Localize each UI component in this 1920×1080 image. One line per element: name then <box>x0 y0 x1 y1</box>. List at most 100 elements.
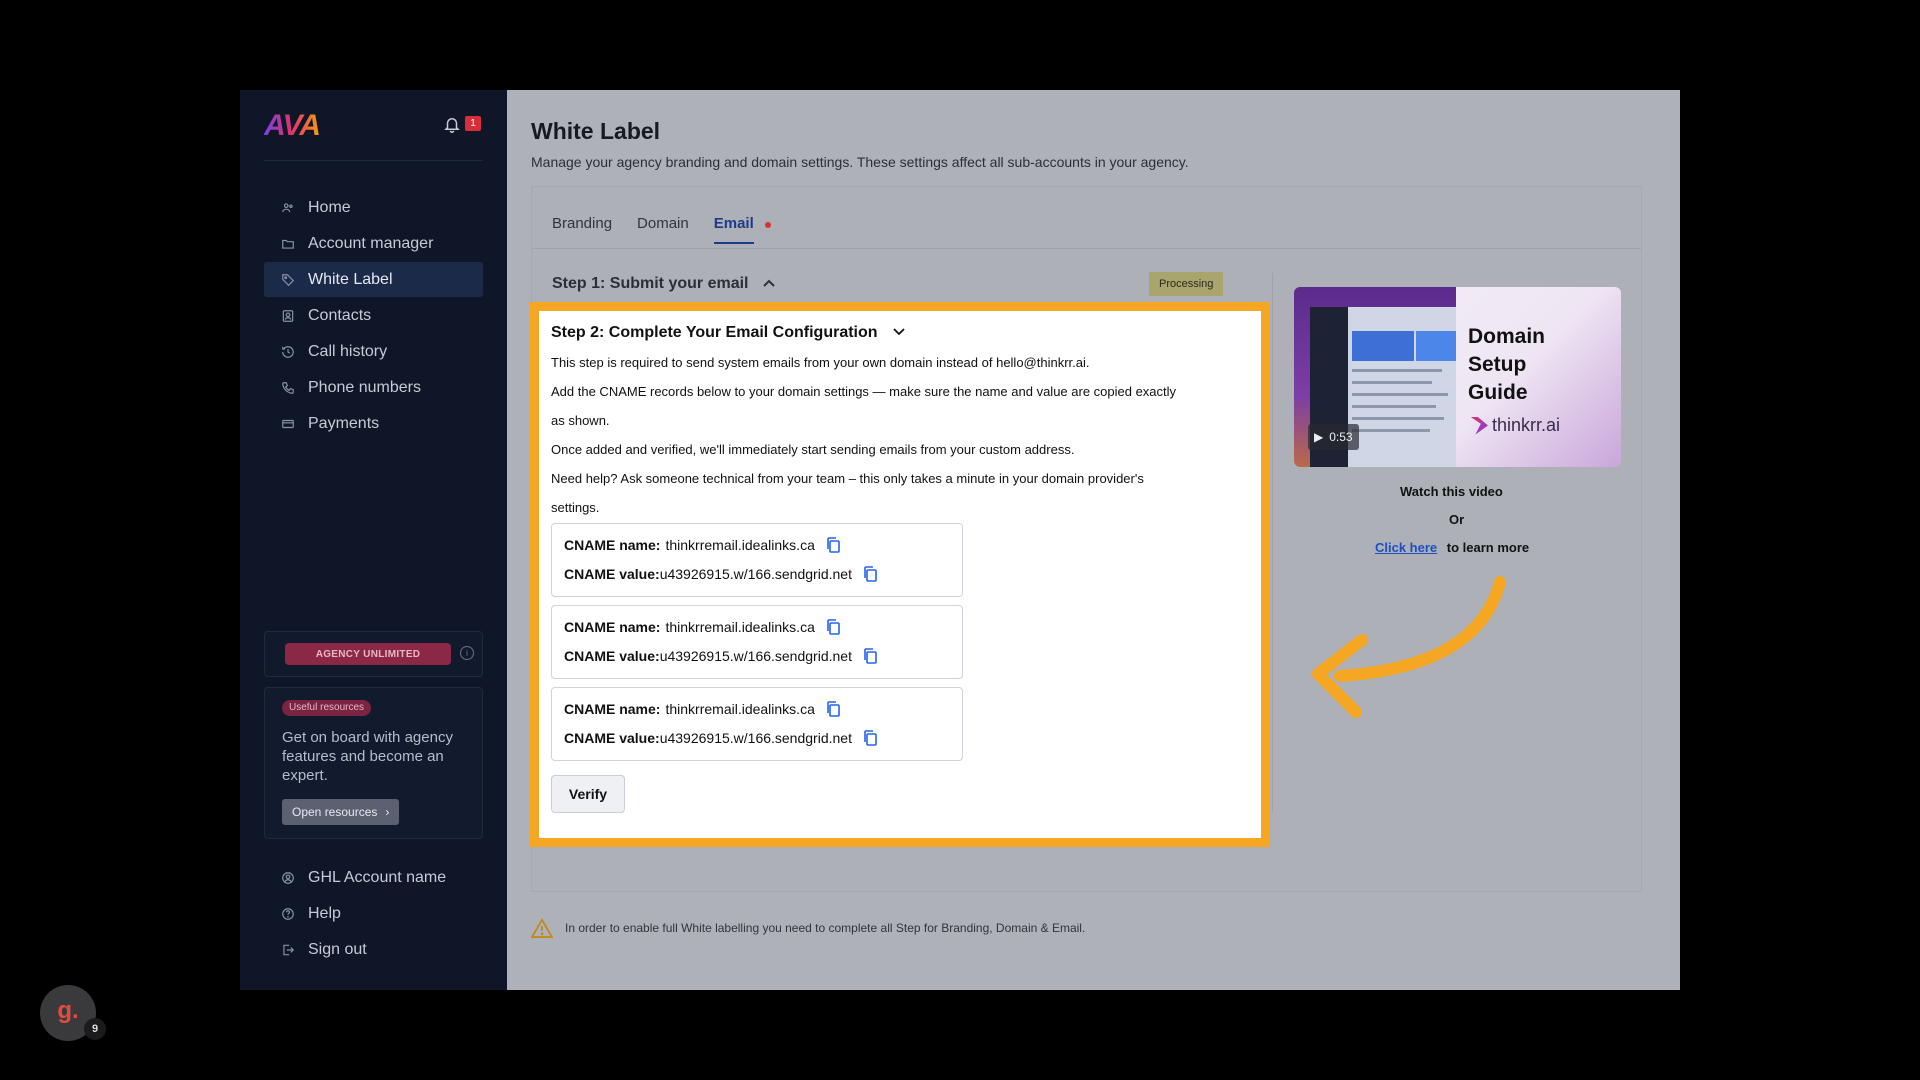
video-preview: ▶ 0:53 <box>1294 287 1456 467</box>
step2-header[interactable]: Step 2: Complete Your Email Configuratio… <box>551 324 906 342</box>
click-here-link[interactable]: Click here <box>1375 540 1437 555</box>
tab-email[interactable]: Email <box>713 215 771 244</box>
sidebar-item-label: Payments <box>308 414 380 432</box>
avatar-count-badge: 9 <box>84 1018 106 1040</box>
video-duration: 0:53 <box>1329 430 1353 444</box>
sidebar-item-label: Home <box>308 198 351 216</box>
sidebar-item-payments[interactable]: Payments <box>264 406 483 441</box>
cname-name-value: thinkrremail.idealinks.ca <box>665 537 815 553</box>
instruction-line: settings. <box>551 500 600 515</box>
plan-card: AGENCY UNLIMITED i <box>264 631 483 677</box>
cname-value-row: CNAME value: u43926915.w/166.sendgrid.ne… <box>564 647 878 665</box>
tabs-divider <box>532 248 1641 249</box>
watch-video-text: Watch this video <box>1400 484 1503 499</box>
step2-card: Step 2: Complete Your Email Configuratio… <box>530 302 1270 847</box>
sidebar-item-label: Account manager <box>308 234 434 252</box>
bell-icon[interactable] <box>443 115 461 133</box>
instruction-line: This step is required to send system ema… <box>551 355 1090 370</box>
instruction-line: Add the CNAME records below to your doma… <box>551 384 1177 399</box>
instruction-line: Once added and verified, we'll immediate… <box>551 442 1075 457</box>
folder-icon <box>280 236 296 252</box>
sidebar-divider <box>264 160 483 161</box>
unread-dot <box>764 222 771 228</box>
sidebar-item-label: GHL Account name <box>308 868 447 886</box>
video-brand: thinkrr.ai <box>1470 415 1560 436</box>
cname-record: CNAME name: thinkrremail.idealinks.ca CN… <box>551 605 963 679</box>
info-icon[interactable]: i <box>460 646 474 660</box>
sidebar-item-white-label[interactable]: White Label <box>264 262 483 297</box>
chevron-up-icon <box>762 275 776 293</box>
sidebar-nav: Home Account manager White Label Contact… <box>264 190 483 442</box>
contacts-icon <box>280 308 296 324</box>
cname-value-value: u43926915.w/166.sendgrid.net <box>659 566 852 582</box>
plan-badge[interactable]: AGENCY UNLIMITED <box>285 643 451 665</box>
tag-icon <box>280 272 296 288</box>
tab-branding[interactable]: Branding <box>552 215 612 244</box>
copy-icon[interactable] <box>862 647 878 665</box>
brand-name: thinkrr.ai <box>1492 415 1561 435</box>
sidebar-item-label: White Label <box>308 270 393 288</box>
copy-icon[interactable] <box>862 565 878 583</box>
resources-text: Get on board with agency features and be… <box>282 729 453 784</box>
cname-value-label: CNAME value: <box>564 648 660 664</box>
warning-text: In order to enable full White labelling … <box>565 921 1086 935</box>
cname-name-value: thinkrremail.idealinks.ca <box>665 619 815 635</box>
learn-more-text: to learn more <box>1446 540 1530 555</box>
warning-icon <box>531 918 553 938</box>
users-icon <box>280 200 296 216</box>
cname-name-label: CNAME name: <box>564 537 661 553</box>
verify-button[interactable]: Verify <box>551 775 625 813</box>
sidebar-item-phone-numbers[interactable]: Phone numbers <box>264 370 483 405</box>
notification-count-badge: 1 <box>465 116 481 131</box>
copy-icon[interactable] <box>862 729 878 747</box>
tab-label: Email <box>713 215 754 232</box>
app-logo[interactable]: AVA <box>264 109 321 142</box>
step2-instructions: This step is required to send system ema… <box>551 348 1241 522</box>
sidebar-item-home[interactable]: Home <box>264 190 483 225</box>
sidebar-item-account[interactable]: GHL Account name <box>264 860 483 895</box>
cname-name-label: CNAME name: <box>564 619 661 635</box>
page-subtitle: Manage your agency branding and domain s… <box>531 154 1189 170</box>
cname-value-value: u43926915.w/166.sendgrid.net <box>659 648 852 664</box>
cname-record: CNAME name: thinkrremail.idealinks.ca CN… <box>551 523 963 597</box>
tab-domain[interactable]: Domain <box>637 215 689 244</box>
copy-icon[interactable] <box>825 618 841 636</box>
instruction-line: Need help? Ask someone technical from yo… <box>551 471 1144 486</box>
resources-badge: Useful resources <box>282 700 372 716</box>
step1-title: Step 1: Submit your email <box>552 275 749 292</box>
cname-name-row: CNAME name: thinkrremail.idealinks.ca <box>564 536 841 554</box>
copy-icon[interactable] <box>825 536 841 554</box>
sidebar-item-label: Call history <box>308 342 388 360</box>
video-title: Domain Setup Guide <box>1468 325 1546 404</box>
instruction-line: as shown. <box>551 413 610 428</box>
copy-icon[interactable] <box>825 700 841 718</box>
sidebar-bottom-nav: GHL Account name Help Sign out <box>264 860 483 968</box>
sidebar-item-sign-out[interactable]: Sign out <box>264 932 483 967</box>
open-resources-button[interactable]: Open resources › <box>282 799 400 825</box>
sidebar-item-contacts[interactable]: Contacts <box>264 298 483 333</box>
sidebar-item-account-manager[interactable]: Account manager <box>264 226 483 261</box>
sidebar-item-help[interactable]: Help <box>264 896 483 931</box>
open-resources-label: Open resources <box>292 805 378 819</box>
step1-header[interactable]: Step 1: Submit your email <box>552 275 776 293</box>
cname-record: CNAME name: thinkrremail.idealinks.ca CN… <box>551 687 963 761</box>
tab-bar: Branding Domain Email <box>552 215 771 244</box>
cname-value-label: CNAME value: <box>564 730 660 746</box>
signout-icon <box>280 942 296 958</box>
learn-more: Click here to learn more <box>1375 540 1529 555</box>
play-button[interactable]: ▶ 0:53 <box>1308 424 1359 450</box>
page-title: White Label <box>531 118 661 144</box>
warning-message: In order to enable full White labelling … <box>531 918 1085 938</box>
status-badge: Processing <box>1149 272 1224 296</box>
sidebar-item-label: Contacts <box>308 306 372 324</box>
history-icon <box>280 344 296 360</box>
help-icon <box>280 906 296 922</box>
cname-name-label: CNAME name: <box>564 701 661 717</box>
cname-name-row: CNAME name: thinkrremail.idealinks.ca <box>564 700 841 718</box>
sidebar-item-call-history[interactable]: Call history <box>264 334 483 369</box>
video-thumbnail[interactable]: ▶ 0:53 Domain Setup Guide thinkrr.ai <box>1294 287 1621 467</box>
or-text: Or <box>1449 512 1465 527</box>
cname-name-row: CNAME name: thinkrremail.idealinks.ca <box>564 618 841 636</box>
phone-icon <box>280 380 296 396</box>
step2-title: Step 2: Complete Your Email Configuratio… <box>551 324 878 341</box>
